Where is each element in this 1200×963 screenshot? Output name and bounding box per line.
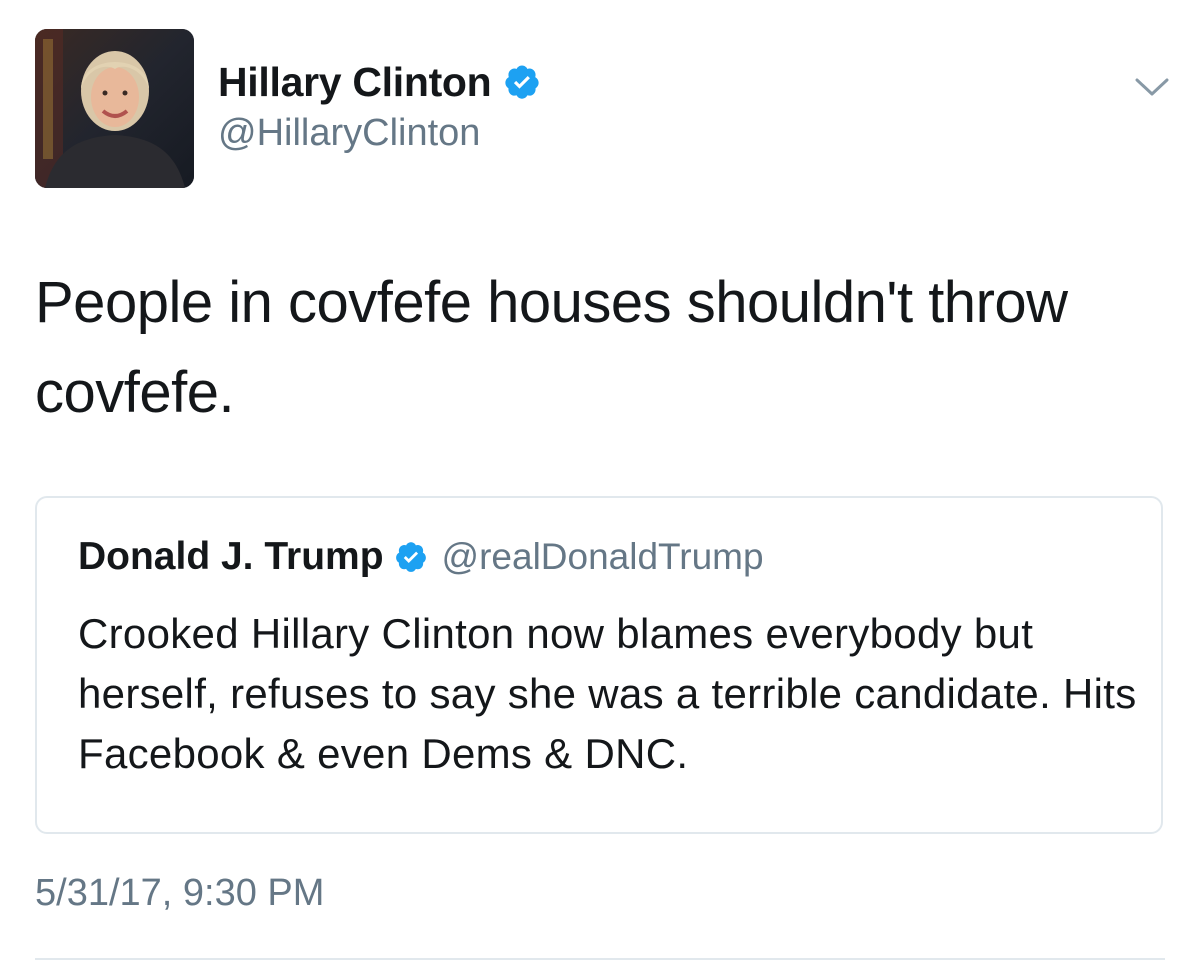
- quoted-tweet-text: Crooked Hillary Clinton now blames every…: [78, 610, 1137, 777]
- quoted-author-handle: @realDonaldTrump: [441, 536, 764, 577]
- verified-badge-icon: [394, 540, 428, 574]
- author-handle[interactable]: @HillaryClinton: [218, 112, 480, 155]
- quoted-author-display-name: Donald J. Trump: [78, 535, 384, 578]
- author-name-row[interactable]: Hillary Clinton: [218, 58, 541, 106]
- divider: [35, 958, 1165, 960]
- author-display-name[interactable]: Hillary Clinton: [218, 59, 492, 106]
- quoted-tweet-card[interactable]: Donald J. Trump @realDonaldTrump Crooked…: [35, 496, 1163, 834]
- chevron-down-icon[interactable]: [1133, 74, 1171, 100]
- verified-badge-icon: [503, 63, 541, 101]
- avatar[interactable]: [35, 29, 194, 188]
- tweet-timestamp[interactable]: 5/31/17, 9:30 PM: [35, 872, 324, 915]
- quoted-tweet-header: Donald J. Trump @realDonaldTrump: [78, 532, 764, 582]
- profile-photo: [35, 29, 194, 188]
- tweet-text: People in covfefe houses shouldn't throw…: [35, 270, 1068, 425]
